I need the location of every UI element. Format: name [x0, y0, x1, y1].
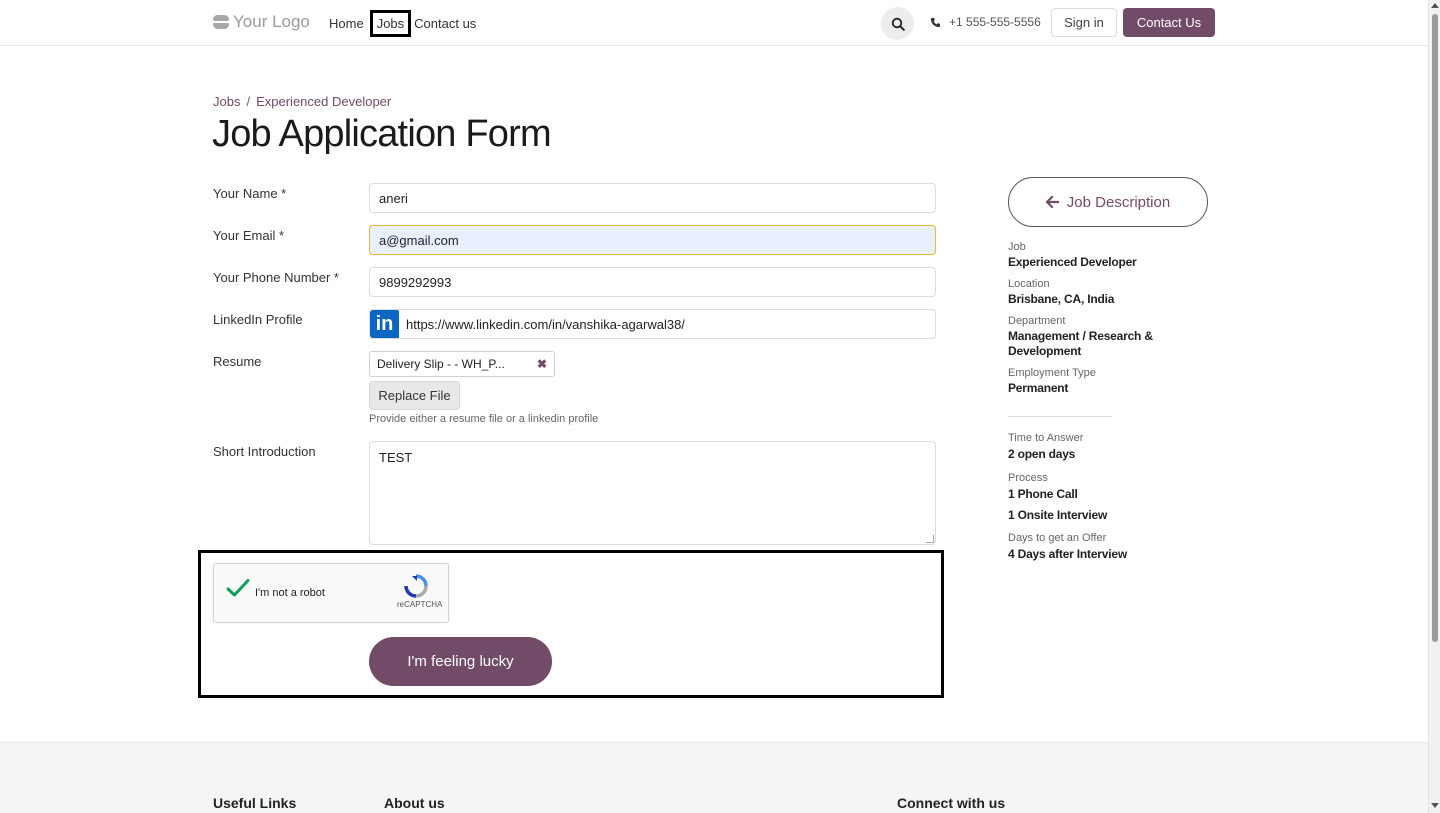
phone-label: Your Phone Number * — [213, 270, 339, 285]
department-value: Management / Research & Development — [1008, 329, 1153, 358]
linkedin-url: https://www.linkedin.com/in/vanshika-aga… — [406, 316, 685, 332]
time-label: Time to Answer — [1008, 432, 1084, 444]
phone-number: +1 555-555-5556 — [949, 15, 1041, 29]
resize-handle[interactable] — [926, 535, 934, 543]
breadcrumb-current[interactable]: Experienced Developer — [256, 94, 391, 109]
breadcrumb-jobs[interactable]: Jobs — [213, 94, 240, 109]
page-title: Job Application Form — [212, 113, 552, 155]
sign-in-button[interactable]: Sign in — [1051, 8, 1117, 37]
offer-value: 4 Days after Interview — [1008, 547, 1127, 561]
resume-hint: Provide either a resume file or a linked… — [369, 413, 599, 425]
site-header: Your Logo Home Jobs Contact us +1 555-55… — [0, 0, 1428, 46]
department-label: Department — [1008, 315, 1066, 327]
email-label: Your Email * — [213, 228, 285, 243]
nav-contact-us[interactable]: Contact us — [412, 14, 478, 33]
job-description-label: Job Description — [1066, 193, 1171, 211]
recaptcha-brand: reCAPTCHA — [397, 600, 443, 609]
resume-label: Resume — [213, 354, 262, 369]
breadcrumb: Jobs / Experienced Developer — [213, 94, 391, 109]
offer-label: Days to get an Offer — [1008, 532, 1107, 544]
footer-connect: Connect with us — [897, 795, 1006, 811]
scroll-up-arrow-icon[interactable] — [1431, 3, 1439, 8]
resume-file-name: Delivery Slip - - WH_P... — [377, 357, 505, 371]
search-icon — [891, 17, 905, 31]
submit-button[interactable]: I'm feeling lucky — [369, 637, 552, 686]
main-nav: Home Jobs Contact us — [327, 0, 483, 46]
intro-label: Short Introduction — [213, 444, 316, 459]
phone-field[interactable]: 9899292993 — [369, 267, 936, 297]
name-field[interactable]: aneri — [369, 183, 936, 213]
intro-text: TEST — [379, 450, 413, 465]
remove-file-icon[interactable]: ✖ — [537, 357, 547, 371]
process-label: Process — [1008, 472, 1048, 484]
intro-textarea[interactable]: TEST — [369, 441, 936, 545]
phone-icon — [930, 17, 941, 27]
recaptcha-icon — [404, 574, 428, 598]
linkedin-field[interactable]: in https://www.linkedin.com/in/vanshika-… — [369, 309, 936, 339]
site-footer: Useful Links About us Connect with us — [0, 742, 1428, 813]
location-value: Brisbane, CA, India — [1008, 292, 1115, 306]
recaptcha-widget[interactable]: I'm not a robot reCAPTCHA — [213, 563, 449, 623]
job-description-button[interactable]: Job Description — [1008, 177, 1208, 227]
linkedin-label: LinkedIn Profile — [213, 312, 303, 327]
phone-link[interactable]: +1 555-555-5556 — [930, 15, 1041, 29]
nav-jobs[interactable]: Jobs — [369, 9, 412, 37]
nav-home[interactable]: Home — [327, 14, 366, 33]
sidebar-divider — [1008, 416, 1112, 417]
search-button[interactable] — [881, 7, 914, 40]
contact-us-button[interactable]: Contact Us — [1123, 8, 1215, 37]
job-label: Job — [1008, 241, 1026, 253]
linkedin-icon: in — [370, 310, 399, 338]
footer-about-us: About us — [384, 795, 445, 811]
process-item: 1 Phone Call — [1008, 487, 1078, 501]
scroll-thumb[interactable] — [1432, 14, 1438, 642]
arrow-left-icon — [1045, 196, 1059, 208]
employment-value: Permanent — [1008, 381, 1069, 395]
recaptcha-label: I'm not a robot — [255, 587, 325, 599]
resume-file-chip: Delivery Slip - - WH_P... ✖ — [369, 351, 555, 377]
page-scrollbar[interactable] — [1428, 0, 1440, 813]
checkmark-icon — [226, 579, 250, 597]
replace-file-button[interactable]: Replace File — [369, 381, 460, 410]
footer-useful-links: Useful Links — [213, 795, 297, 811]
process-item: 1 Onsite Interview — [1008, 508, 1108, 522]
employment-label: Employment Type — [1008, 367, 1096, 379]
name-label: Your Name * — [213, 186, 287, 201]
site-logo[interactable]: Your Logo — [213, 12, 310, 32]
logo-icon — [213, 15, 229, 29]
location-label: Location — [1008, 278, 1050, 290]
time-value: 2 open days — [1008, 447, 1076, 461]
job-value: Experienced Developer — [1008, 255, 1137, 269]
scroll-down-arrow-icon[interactable] — [1431, 803, 1439, 808]
logo-text: Your Logo — [233, 12, 310, 31]
email-field[interactable]: a@gmail.com — [369, 225, 936, 255]
breadcrumb-separator: / — [246, 94, 251, 109]
